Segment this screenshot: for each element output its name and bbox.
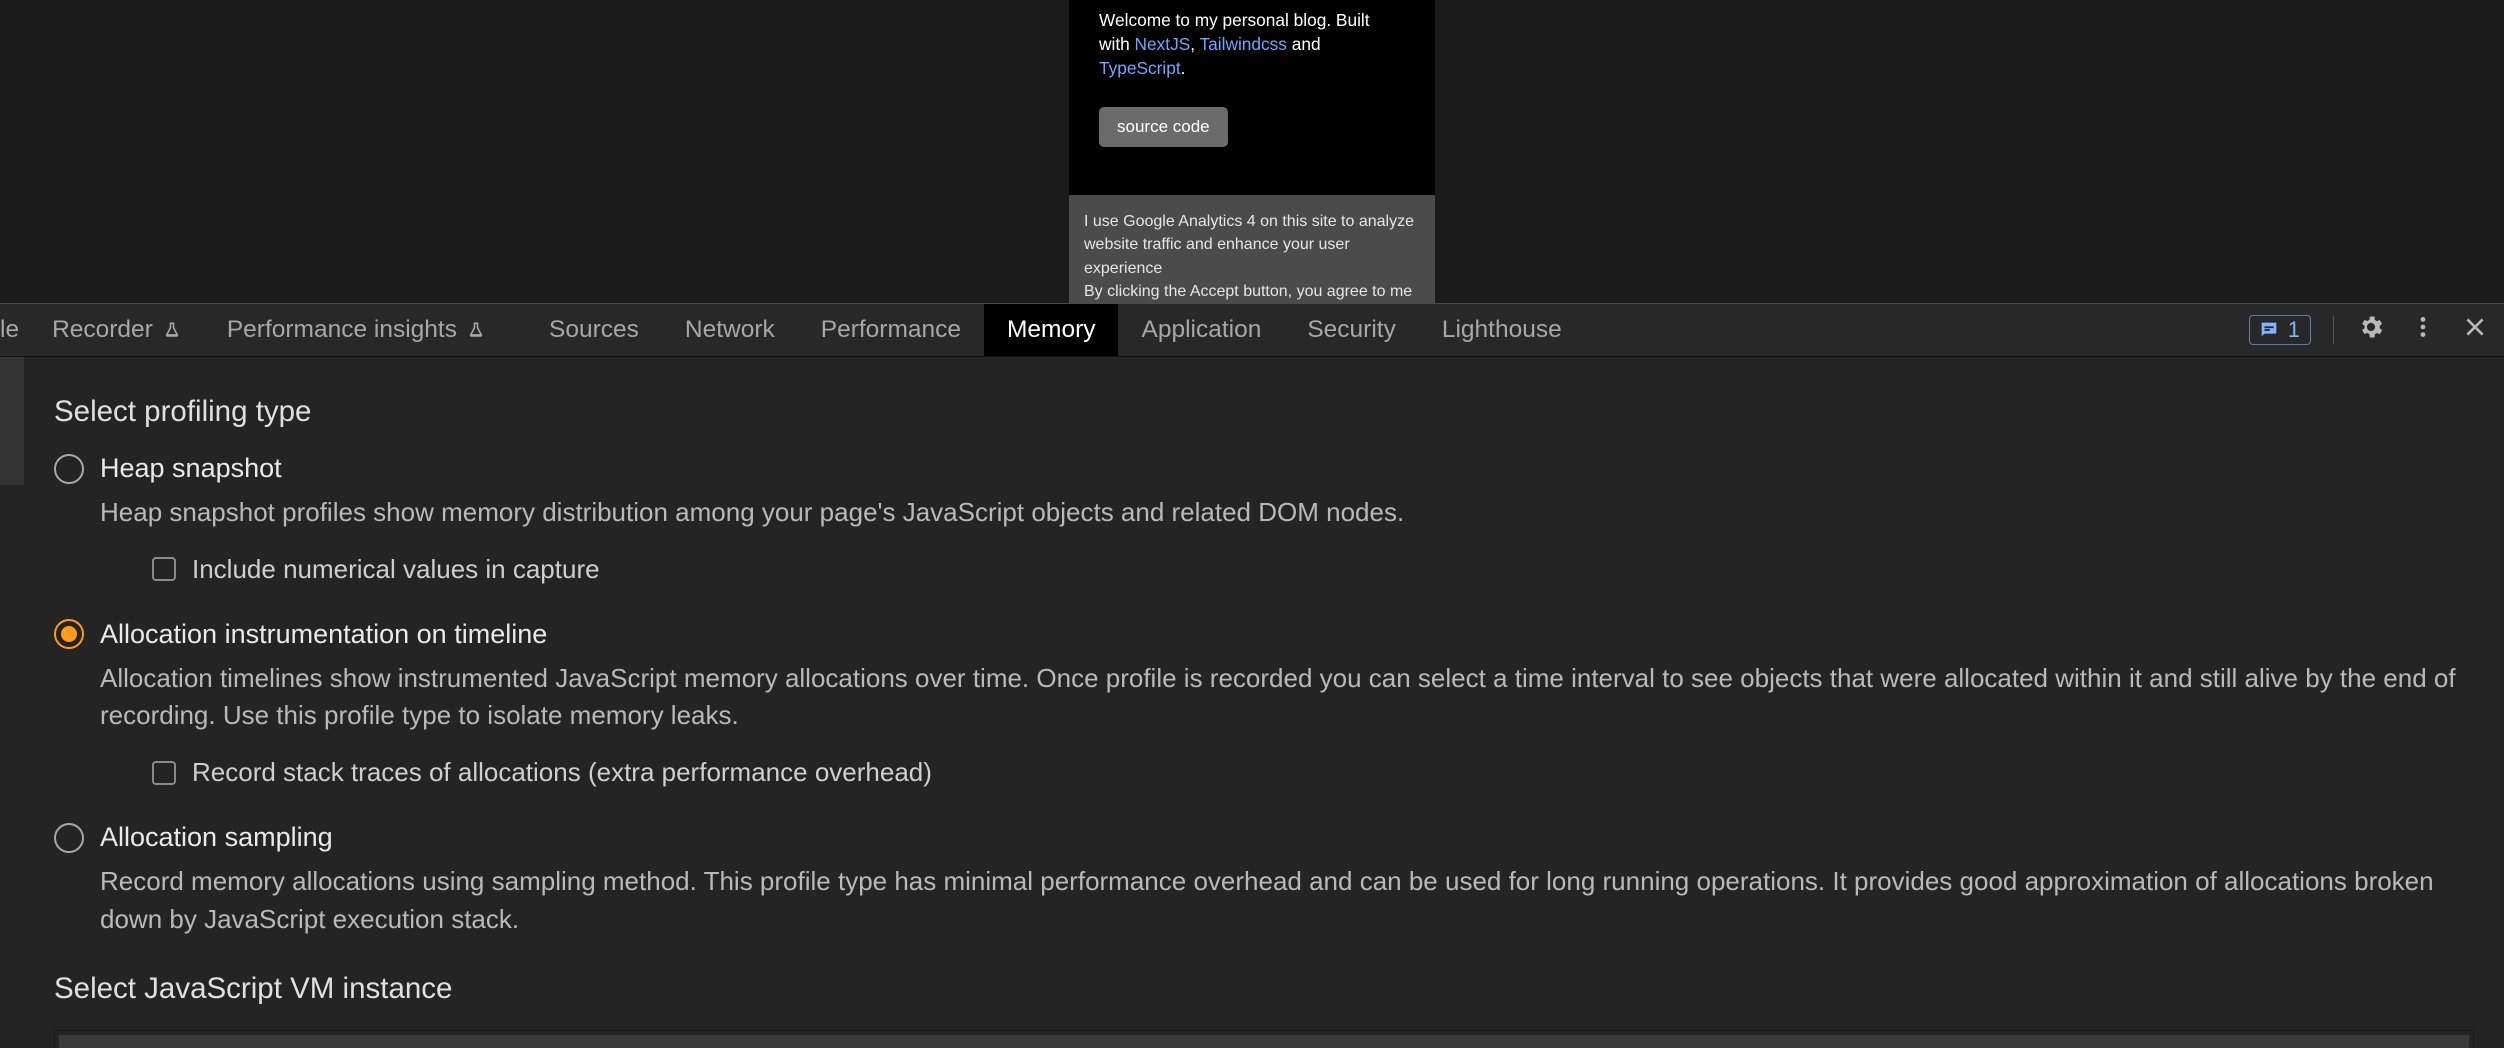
gear-icon [2357, 313, 2385, 348]
left-gutter [0, 357, 24, 1048]
option-description: Heap snapshot profiles show memory distr… [100, 494, 2474, 532]
checkbox-include-numerical[interactable]: Include numerical values in capture [152, 554, 2474, 585]
tab-network[interactable]: Network [662, 304, 798, 356]
tab-performance-insights-label: Performance insights [227, 316, 457, 344]
page-content: Welcome to my personal blog. Built with … [1069, 0, 1435, 195]
tab-performance-label: Performance [821, 316, 961, 344]
option-header: Allocation sampling [54, 822, 2474, 853]
tab-lighthouse-label: Lighthouse [1442, 316, 1562, 344]
tab-memory[interactable]: Memory [984, 304, 1118, 356]
close-devtools-button[interactable] [2460, 315, 2490, 345]
radio-heap-snapshot[interactable] [54, 454, 84, 484]
flask-icon [163, 319, 181, 341]
devtools-tabstrip: le Recorder Performance insights Sources… [0, 303, 2504, 357]
gutter-segment [0, 357, 24, 485]
settings-button[interactable] [2356, 315, 2386, 345]
tab-truncated[interactable]: le [0, 304, 29, 356]
option-title: Heap snapshot [100, 453, 282, 484]
option-title: Allocation instrumentation on timeline [100, 619, 547, 650]
link-tailwind[interactable]: Tailwindcss [1200, 34, 1287, 54]
tab-lighthouse[interactable]: Lighthouse [1419, 304, 1585, 356]
option-description: Record memory allocations using sampling… [100, 863, 2474, 938]
period: . [1181, 58, 1186, 78]
vm-instance-list: 7.7 MB 427 kB/s localhost:3000 [54, 1030, 2474, 1048]
devtools-body: Select profiling type Heap snapshot Heap… [0, 357, 2504, 1048]
option-description: Allocation timelines show instrumented J… [100, 660, 2474, 735]
link-nextjs[interactable]: NextJS [1135, 34, 1191, 54]
checkbox-label: Include numerical values in capture [192, 554, 600, 585]
tab-sources[interactable]: Sources [526, 304, 662, 356]
profiling-type-heading: Select profiling type [54, 395, 2474, 429]
link-typescript[interactable]: TypeScript [1099, 58, 1181, 78]
radio-allocation-timeline[interactable] [54, 619, 84, 649]
checkbox-record-stack-traces[interactable]: Record stack traces of allocations (extr… [152, 757, 2474, 788]
issues-badge[interactable]: 1 [2249, 315, 2311, 345]
consent-line-1: I use Google Analytics 4 on this site to… [1084, 210, 1420, 280]
devtools-tabs: le Recorder Performance insights Sources… [0, 304, 2241, 356]
consent-banner: I use Google Analytics 4 on this site to… [1069, 195, 1435, 303]
close-icon [2462, 314, 2488, 347]
checkbox-icon [152, 761, 176, 785]
tab-network-label: Network [685, 316, 775, 344]
kebab-icon [2410, 314, 2436, 347]
option-allocation-timeline: Allocation instrumentation on timeline A… [54, 619, 2474, 788]
tabstrip-right: 1 [2241, 304, 2504, 356]
divider [2333, 316, 2334, 344]
option-heap-snapshot: Heap snapshot Heap snapshot profiles sho… [54, 453, 2474, 585]
comma-sep: , [1190, 34, 1199, 54]
tab-memory-label: Memory [1007, 316, 1095, 344]
issues-count: 1 [2288, 317, 2300, 343]
flask-icon [467, 319, 485, 341]
tab-performance-insights[interactable]: Performance insights [204, 304, 508, 356]
option-header: Heap snapshot [54, 453, 2474, 484]
memory-panel: Select profiling type Heap snapshot Heap… [24, 357, 2504, 1048]
source-code-button[interactable]: source code [1099, 107, 1228, 147]
tab-application-label: Application [1141, 316, 1261, 344]
more-button[interactable] [2408, 315, 2438, 345]
tab-security[interactable]: Security [1284, 304, 1419, 356]
vm-instance-heading: Select JavaScript VM instance [54, 972, 2474, 1006]
and-sep: and [1287, 34, 1321, 54]
option-header: Allocation instrumentation on timeline [54, 619, 2474, 650]
consent-line-2: By clicking the Accept button, you agree… [1084, 280, 1420, 303]
tab-recorder-label: Recorder [52, 316, 153, 344]
chat-icon [2258, 319, 2280, 341]
device-frame: Welcome to my personal blog. Built with … [1069, 0, 1435, 303]
tab-sources-label: Sources [549, 316, 639, 344]
tab-application[interactable]: Application [1118, 304, 1284, 356]
page-viewport: Welcome to my personal blog. Built with … [0, 0, 2504, 303]
tab-performance[interactable]: Performance [798, 304, 984, 356]
tab-truncated-label: le [0, 316, 19, 344]
tab-security-label: Security [1307, 316, 1396, 344]
gutter-segment [0, 485, 24, 1048]
option-allocation-sampling: Allocation sampling Record memory alloca… [54, 822, 2474, 938]
tab-recorder[interactable]: Recorder [29, 304, 204, 356]
radio-allocation-sampling[interactable] [54, 823, 84, 853]
checkbox-label: Record stack traces of allocations (extr… [192, 757, 932, 788]
checkbox-icon [152, 557, 176, 581]
vm-instance-row[interactable]: 7.7 MB 427 kB/s localhost:3000 [59, 1035, 2469, 1048]
intro-text: Welcome to my personal blog. Built with … [1099, 8, 1405, 81]
option-title: Allocation sampling [100, 822, 333, 853]
